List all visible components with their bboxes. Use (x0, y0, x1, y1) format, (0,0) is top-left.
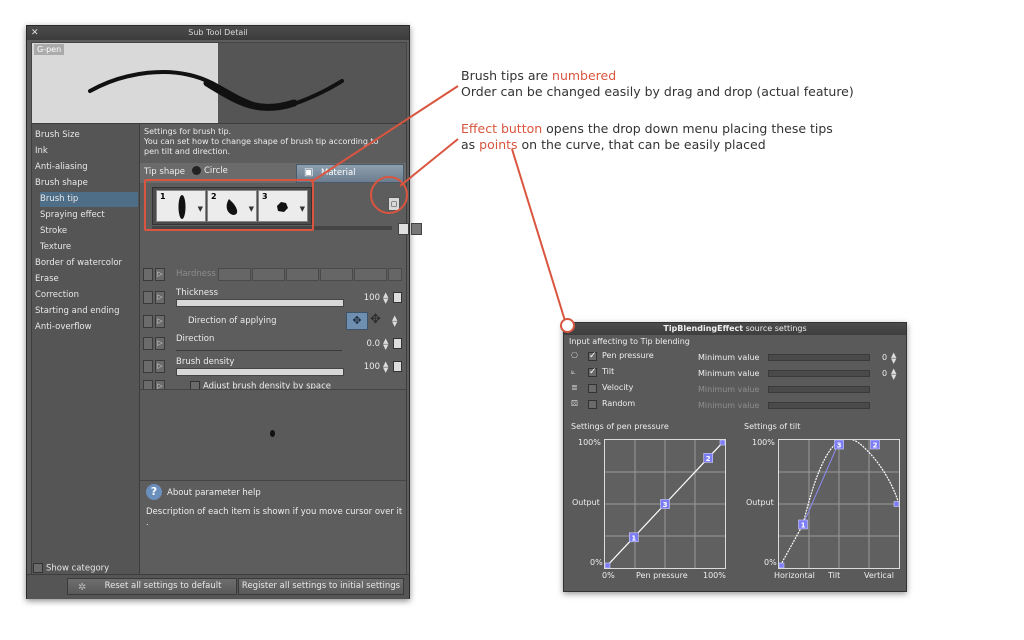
tilt-x-mid: Tilt (828, 571, 841, 580)
popup-title-bold: TipBlendingEffect (663, 324, 744, 333)
minimum-value-label: Minimum value (698, 385, 760, 394)
annotation-text: opens the drop down menu placing these t… (542, 121, 833, 136)
pressure-x-left: 0% (602, 571, 615, 580)
curve-point-label: 3 (663, 501, 668, 509)
minimum-value-label: Minimum value (698, 401, 760, 410)
pressure-graph-title: Settings of pen pressure (571, 422, 669, 431)
annotation-text: Order can be changed easily by drag and … (461, 84, 854, 99)
curve-segment (802, 441, 840, 525)
minimum-value-slider[interactable] (768, 402, 870, 409)
curve-point[interactable] (719, 439, 726, 446)
minimum-value[interactable]: 0 (882, 369, 887, 378)
input-checkbox[interactable] (588, 384, 597, 393)
pressure-x-right: 100% (703, 571, 726, 580)
pressure-x-mid: Pen pressure (636, 571, 688, 580)
pressure-y-top: 100% (578, 438, 601, 447)
annotation-text: Brush tips are (461, 68, 553, 83)
popup-title[interactable]: TipBlendingEffect source settings (564, 323, 906, 335)
pressure-curve-graph[interactable]: 1 3 2 (604, 439, 726, 569)
curve-point-label: 2 (706, 455, 711, 463)
tilt-y-top: 100% (752, 438, 775, 447)
input-type-icon: ⟀ (571, 367, 576, 376)
pressure-curve-svg[interactable]: 1 3 2 (604, 439, 726, 569)
annotation-highlight: numbered (552, 68, 617, 83)
curve-point[interactable] (604, 562, 611, 569)
pressure-y-bot: 0% (590, 558, 603, 567)
minimum-value-label: Minimum value (698, 353, 760, 362)
input-checkbox[interactable]: ✓ (588, 368, 597, 377)
minimum-value-slider[interactable] (768, 370, 870, 377)
curve-point-label: 1 (631, 534, 636, 542)
callout-line-popup (511, 148, 567, 325)
tilt-curve-graph[interactable]: 1 3 2 (778, 438, 900, 569)
annotation-highlight: points (479, 137, 518, 152)
curve-point[interactable] (893, 501, 900, 507)
annotation-effect: Effect button opens the drop down menu p… (461, 121, 833, 153)
tilt-curve-svg[interactable]: 1 3 2 (778, 438, 900, 569)
input-checkbox[interactable]: ✓ (588, 352, 597, 361)
curve-point-label: 2 (873, 442, 878, 450)
tilt-y-mid: Output (746, 498, 774, 507)
tip-blending-effect-popup: TipBlendingEffect source settings Input … (560, 318, 907, 592)
input-affecting-label: Input affecting to Tip blending (569, 337, 690, 346)
callout-line-tips (310, 85, 459, 183)
minimum-value[interactable]: 0 (882, 353, 887, 362)
curve-point[interactable] (778, 562, 785, 569)
annotation-text: on the curve, that can be easily placed (517, 137, 766, 152)
annotation-text: as (461, 137, 480, 152)
input-type-icon: ⎔ (571, 351, 578, 360)
minimum-value-slider[interactable] (768, 386, 870, 393)
popup-highlight-circle (560, 318, 575, 333)
input-type-icon: ⚄ (571, 399, 578, 408)
tilt-y-bot: 0% (764, 558, 777, 567)
curve-point-label: 3 (837, 442, 842, 450)
pressure-y-mid: Output (572, 498, 600, 507)
annotation-numbered: Brush tips are numbered Order can be cha… (461, 68, 854, 100)
curve-point-label: 1 (801, 521, 806, 529)
popup-title-rest: source settings (743, 324, 807, 333)
spinner-icon[interactable]: ▲ ▼ (891, 352, 896, 365)
tilt-x-right: Vertical (864, 571, 894, 580)
minimum-value-slider[interactable] (768, 354, 870, 361)
callout-line-effect (399, 138, 459, 187)
input-label: Velocity (602, 383, 634, 392)
input-label: Random (602, 399, 636, 408)
input-rows: ⎔ ✓ Pen pressure Minimum value 0 ▲ ▼ ⟀ ✓ Tilt Mini… (564, 349, 906, 413)
input-label: Tilt (602, 367, 615, 376)
tilt-graph-title: Settings of tilt (744, 422, 801, 431)
minimum-value-label: Minimum value (698, 369, 760, 378)
input-type-icon: ≣ (571, 383, 578, 392)
tilt-x-left: Horizontal (774, 571, 815, 580)
annotation-highlight: Effect button (461, 121, 543, 136)
input-label: Pen pressure (602, 351, 654, 360)
spinner-icon[interactable]: ▲ ▼ (891, 368, 896, 381)
input-checkbox[interactable] (588, 400, 597, 409)
